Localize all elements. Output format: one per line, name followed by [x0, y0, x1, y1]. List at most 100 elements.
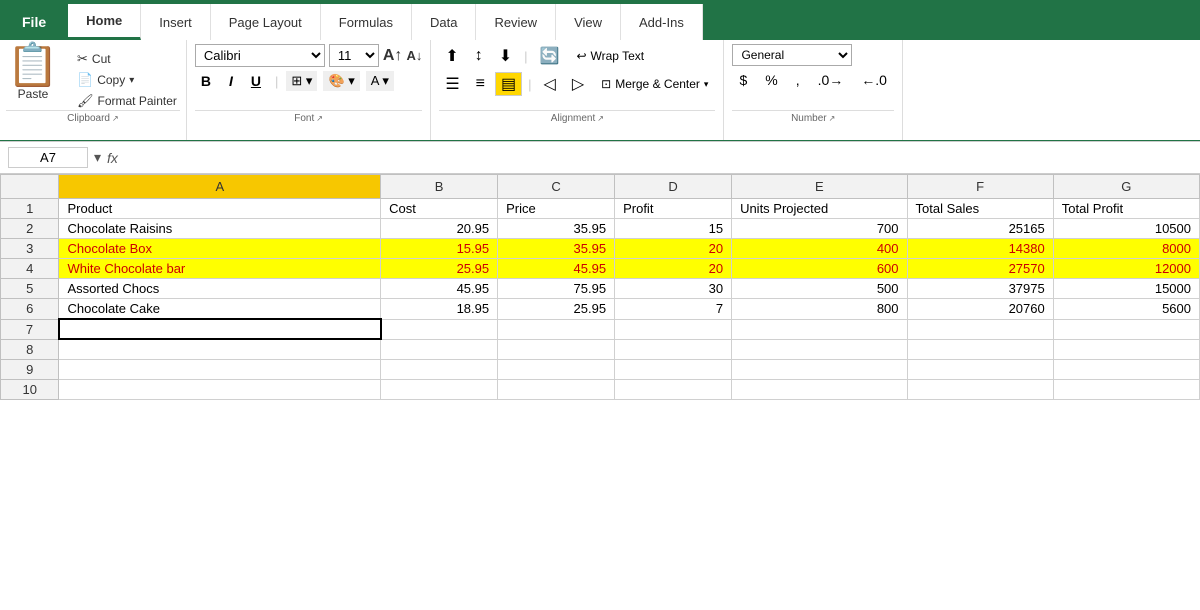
cell-c2[interactable]: 35.95: [498, 219, 615, 239]
cell-b1[interactable]: Cost: [381, 199, 498, 219]
orient-button[interactable]: 🔄: [534, 44, 566, 68]
cell-d10[interactable]: [615, 379, 732, 399]
cell-f9[interactable]: [907, 359, 1053, 379]
cell-d6[interactable]: 7: [615, 299, 732, 320]
cell-c9[interactable]: [498, 359, 615, 379]
cell-e5[interactable]: 500: [732, 279, 907, 299]
dollar-button[interactable]: $: [732, 70, 754, 90]
tab-view[interactable]: View: [556, 4, 621, 40]
row-num-6[interactable]: 6: [1, 299, 59, 320]
font-name-select[interactable]: Calibri: [195, 44, 325, 67]
cell-c7[interactable]: [498, 319, 615, 339]
cell-c8[interactable]: [498, 339, 615, 359]
cell-b4[interactable]: 25.95: [381, 259, 498, 279]
cell-f3[interactable]: 14380: [907, 239, 1053, 259]
number-expand-icon[interactable]: ↗: [829, 114, 836, 123]
align-center-button[interactable]: ≡: [470, 73, 491, 95]
row-num-7[interactable]: 7: [1, 319, 59, 339]
cell-b10[interactable]: [381, 379, 498, 399]
cell-f6[interactable]: 20760: [907, 299, 1053, 320]
row-num-9[interactable]: 9: [1, 359, 59, 379]
cell-b2[interactable]: 20.95: [381, 219, 498, 239]
cell-e10[interactable]: [732, 379, 907, 399]
align-top-button[interactable]: ⬆: [439, 44, 464, 68]
row-num-8[interactable]: 8: [1, 339, 59, 359]
cell-b8[interactable]: [381, 339, 498, 359]
comma-button[interactable]: ,: [789, 70, 807, 90]
cell-b5[interactable]: 45.95: [381, 279, 498, 299]
cell-e6[interactable]: 800: [732, 299, 907, 320]
col-header-d[interactable]: D: [615, 175, 732, 199]
tab-data[interactable]: Data: [412, 4, 476, 40]
cell-g4[interactable]: 12000: [1053, 259, 1199, 279]
cell-reference-input[interactable]: [8, 147, 88, 168]
cell-e1[interactable]: Units Projected: [732, 199, 907, 219]
tab-home[interactable]: Home: [68, 4, 141, 40]
font-grow-icon[interactable]: A↑: [383, 47, 403, 65]
cell-a10[interactable]: [59, 379, 381, 399]
cell-d4[interactable]: 20: [615, 259, 732, 279]
cell-c10[interactable]: [498, 379, 615, 399]
cell-d7[interactable]: [615, 319, 732, 339]
cell-a6[interactable]: Chocolate Cake: [59, 299, 381, 320]
decrease-decimal-button[interactable]: ←.0: [854, 70, 894, 90]
cell-a9[interactable]: [59, 359, 381, 379]
cell-g5[interactable]: 15000: [1053, 279, 1199, 299]
col-header-b[interactable]: B: [381, 175, 498, 199]
cell-e7[interactable]: [732, 319, 907, 339]
cell-a7[interactable]: [59, 319, 381, 339]
cell-a4[interactable]: White Chocolate bar: [59, 259, 381, 279]
font-shrink-icon[interactable]: A↓: [406, 48, 422, 63]
cell-f4[interactable]: 27570: [907, 259, 1053, 279]
cell-f7[interactable]: [907, 319, 1053, 339]
cell-f5[interactable]: 37975: [907, 279, 1053, 299]
cell-a5[interactable]: Assorted Chocs: [59, 279, 381, 299]
row-num-2[interactable]: 2: [1, 219, 59, 239]
borders-button[interactable]: ⊞ ▾: [286, 71, 317, 91]
cell-e2[interactable]: 700: [732, 219, 907, 239]
row-num-10[interactable]: 10: [1, 379, 59, 399]
cell-g9[interactable]: [1053, 359, 1199, 379]
cell-a8[interactable]: [59, 339, 381, 359]
cell-f8[interactable]: [907, 339, 1053, 359]
cell-e4[interactable]: 600: [732, 259, 907, 279]
align-bottom-button[interactable]: ⬇: [493, 44, 518, 68]
decrease-indent-button[interactable]: ◁: [538, 72, 562, 96]
cell-g3[interactable]: 8000: [1053, 239, 1199, 259]
cell-c1[interactable]: Price: [498, 199, 615, 219]
cell-g2[interactable]: 10500: [1053, 219, 1199, 239]
font-expand-icon[interactable]: ↗: [316, 114, 323, 123]
row-num-3[interactable]: 3: [1, 239, 59, 259]
cell-d1[interactable]: Profit: [615, 199, 732, 219]
paste-button[interactable]: 📋 Paste: [6, 44, 60, 101]
cell-b7[interactable]: [381, 319, 498, 339]
align-left-button[interactable]: ☰: [439, 72, 465, 96]
cell-b3[interactable]: 15.95: [381, 239, 498, 259]
formula-input[interactable]: [124, 148, 1192, 167]
col-header-f[interactable]: F: [907, 175, 1053, 199]
tab-add-ins[interactable]: Add-Ins: [621, 4, 703, 40]
increase-indent-button[interactable]: ▷: [566, 72, 590, 96]
cell-d3[interactable]: 20: [615, 239, 732, 259]
tab-formulas[interactable]: Formulas: [321, 4, 412, 40]
font-color-button[interactable]: A ▾: [366, 71, 394, 91]
tab-page-layout[interactable]: Page Layout: [211, 4, 321, 40]
alignment-expand-icon[interactable]: ↗: [597, 114, 604, 123]
col-header-g[interactable]: G: [1053, 175, 1199, 199]
col-header-e[interactable]: E: [732, 175, 907, 199]
cell-d5[interactable]: 30: [615, 279, 732, 299]
merge-center-button[interactable]: ⊡ Merge & Center ▾: [594, 74, 715, 94]
cell-b9[interactable]: [381, 359, 498, 379]
row-num-1[interactable]: 1: [1, 199, 59, 219]
number-format-select[interactable]: General: [732, 44, 852, 66]
percent-button[interactable]: %: [758, 70, 784, 90]
format-painter-button[interactable]: 🖌 Format Painter: [74, 92, 180, 110]
cell-a2[interactable]: Chocolate Raisins: [59, 219, 381, 239]
font-size-select[interactable]: 11: [329, 44, 379, 67]
cell-c3[interactable]: 35.95: [498, 239, 615, 259]
cell-a1[interactable]: Product: [59, 199, 381, 219]
cell-c4[interactable]: 45.95: [498, 259, 615, 279]
row-num-4[interactable]: 4: [1, 259, 59, 279]
cell-f10[interactable]: [907, 379, 1053, 399]
cell-c5[interactable]: 75.95: [498, 279, 615, 299]
